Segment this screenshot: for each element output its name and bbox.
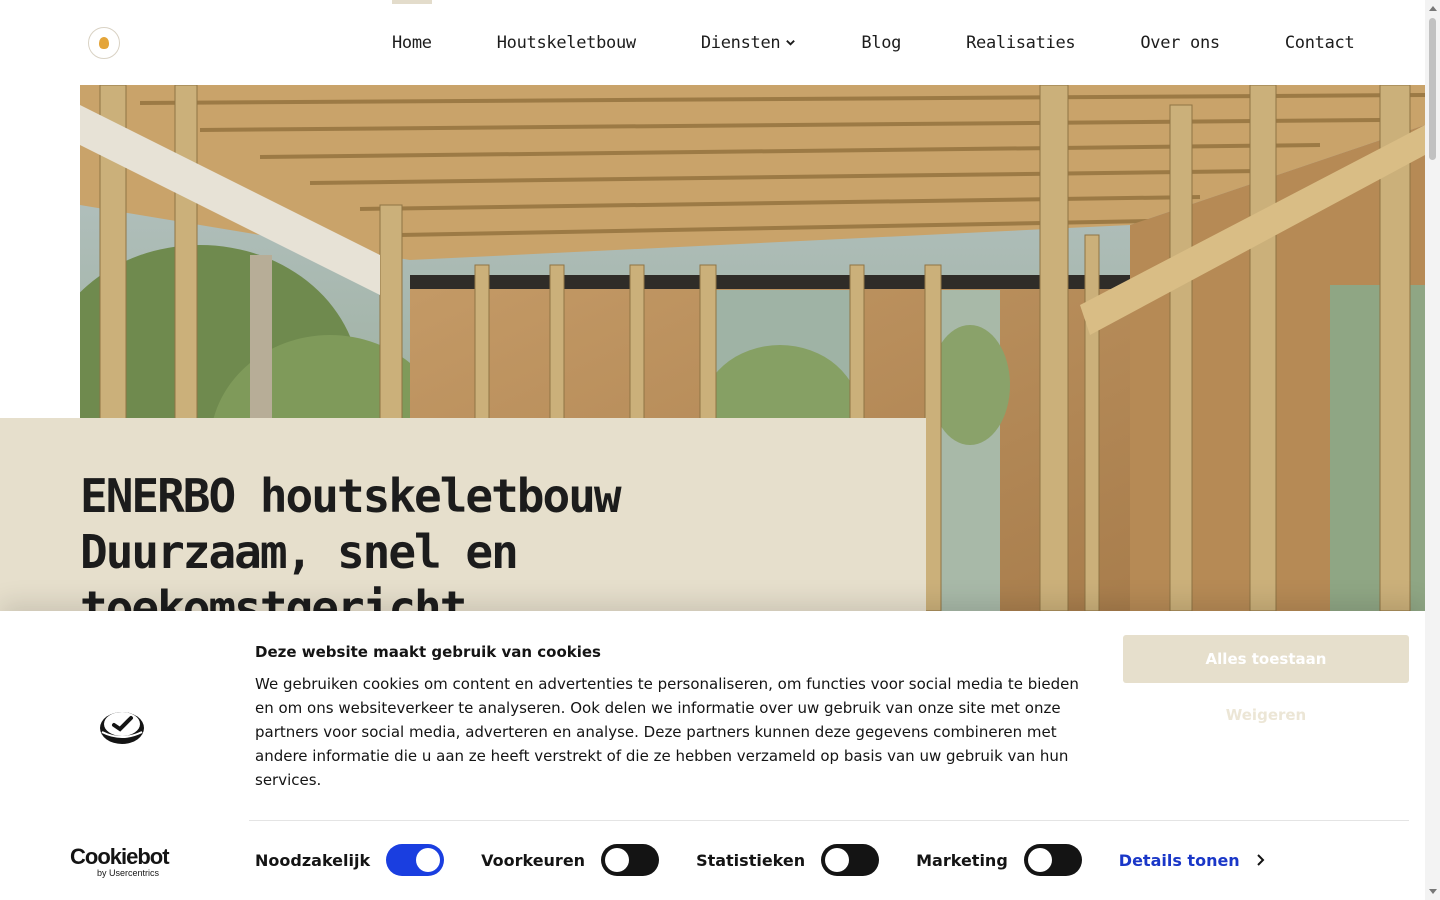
toggle-knob <box>416 848 441 872</box>
nav-houtskeletbouw[interactable]: Houtskeletbouw <box>497 0 636 85</box>
nav-realisaties[interactable]: Realisaties <box>966 0 1076 85</box>
chevron-down-icon <box>786 40 796 46</box>
nav-diensten[interactable]: Diensten <box>701 0 796 85</box>
deny-button[interactable]: Weigeren <box>1123 693 1409 737</box>
chevron-right-icon <box>1256 854 1265 866</box>
scrollbar[interactable] <box>1425 0 1440 900</box>
divider <box>249 820 1409 821</box>
cookiebot-icon <box>100 712 144 744</box>
toggle-knob <box>1027 848 1052 872</box>
allow-all-button[interactable]: Alles toestaan <box>1123 635 1409 683</box>
cookie-text: We gebruiken cookies om content en adver… <box>255 675 1079 789</box>
cookie-title: Deze website maakt gebruik van cookies <box>255 643 601 661</box>
nav-over-ons[interactable]: Over ons <box>1140 0 1220 85</box>
consent-necessary: Noodzakelijk <box>255 844 445 876</box>
site-logo[interactable] <box>88 27 120 59</box>
scroll-up-arrow-icon[interactable] <box>1429 6 1437 11</box>
scroll-thumb[interactable] <box>1429 18 1436 160</box>
statistics-toggle[interactable] <box>821 844 880 876</box>
scroll-down-arrow-icon[interactable] <box>1429 889 1437 894</box>
marketing-toggle[interactable] <box>1023 844 1082 876</box>
consent-marketing: Marketing <box>916 844 1082 876</box>
consent-statistics: Statistieken <box>696 844 880 876</box>
nav-blog[interactable]: Blog <box>861 0 901 85</box>
nav-contact[interactable]: Contact <box>1285 0 1355 85</box>
toggle-knob <box>825 848 850 872</box>
consent-preferences: Voorkeuren <box>481 844 660 876</box>
hero-title: ENERBO houtskeletbouw Duurzaam, snel en … <box>80 469 622 611</box>
consent-toggles: Noodzakelijk Voorkeuren Statistieken Mar… <box>255 843 1266 877</box>
necessary-toggle[interactable] <box>386 844 445 876</box>
main-nav: Home Houtskeletbouw Diensten Blog Realis… <box>392 0 1355 85</box>
preferences-toggle[interactable] <box>601 844 660 876</box>
site-header: Home Houtskeletbouw Diensten Blog Realis… <box>0 0 1425 85</box>
flame-icon <box>99 37 109 49</box>
nav-home[interactable]: Home <box>392 0 432 85</box>
details-link[interactable]: Details tonen <box>1119 851 1266 870</box>
cookiebot-logo[interactable]: Cookiebot by Usercentrics <box>70 846 174 879</box>
toggle-knob <box>605 848 630 872</box>
